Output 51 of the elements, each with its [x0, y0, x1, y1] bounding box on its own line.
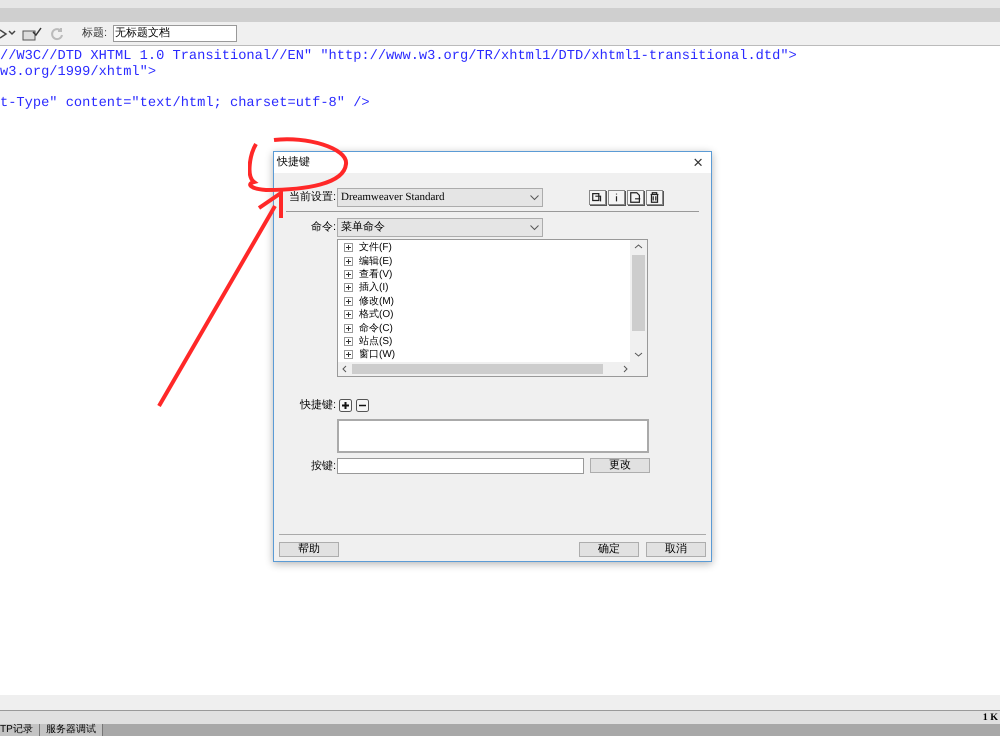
vertical-scrollbar[interactable]: [630, 240, 647, 364]
title-label: 标题:: [82, 26, 108, 42]
code-line: w3.org/1999/xhtml">: [0, 64, 156, 80]
info-icon[interactable]: [608, 190, 625, 205]
panel-tab[interactable]: TP记录: [0, 724, 40, 736]
tree-item[interactable]: 修改(M): [344, 294, 394, 308]
chevron-down-icon: [530, 194, 539, 200]
validate-icon[interactable]: [0, 28, 16, 40]
title-field[interactable]: 无标题文档: [113, 25, 238, 42]
close-button[interactable]: ×: [693, 154, 703, 171]
tree-item[interactable]: 编辑(E): [344, 254, 392, 268]
trash-icon[interactable]: [646, 190, 663, 205]
tree-item[interactable]: 命令(C): [344, 321, 393, 335]
cancel-button[interactable]: 取消: [646, 542, 706, 557]
expand-icon[interactable]: [344, 256, 353, 266]
file-size: 1 K: [982, 711, 998, 725]
ok-button[interactable]: 确定: [579, 542, 639, 557]
expand-icon[interactable]: [344, 350, 353, 360]
current-set-dropdown[interactable]: Dreamweaver Standard: [337, 188, 543, 207]
tree-item[interactable]: 格式(O): [344, 308, 394, 322]
horizontal-scrollbar[interactable]: [338, 362, 647, 376]
dialog-title: 快捷键: [277, 155, 310, 170]
expand-icon[interactable]: [344, 324, 353, 333]
command-label: 命令:: [310, 220, 336, 236]
expand-icon[interactable]: [344, 296, 353, 306]
chevron-down-icon: [530, 224, 539, 230]
key-label: 按键:: [310, 458, 336, 474]
shortcut-label: 快捷键:: [298, 398, 336, 413]
expand-icon[interactable]: [344, 336, 353, 346]
tree-item[interactable]: 站点(S): [344, 334, 392, 348]
plus-icon[interactable]: [339, 398, 352, 412]
expand-icon[interactable]: [344, 283, 353, 292]
help-button[interactable]: 帮助: [279, 542, 339, 557]
tree-item[interactable]: 窗口(W): [344, 348, 396, 362]
key-field[interactable]: [337, 458, 584, 474]
tree-item[interactable]: 文件(F): [344, 241, 392, 254]
check-page-icon[interactable]: [22, 26, 42, 40]
minus-icon[interactable]: [356, 398, 369, 412]
panel-tab[interactable]: 服务器调试: [40, 724, 103, 736]
tree-item[interactable]: 插入(I): [344, 281, 388, 295]
current-set-label: 当前设置:: [288, 190, 336, 206]
duplicate-set-icon[interactable]: [589, 190, 606, 205]
expand-icon[interactable]: [344, 310, 353, 320]
tree-item[interactable]: 查看(V): [344, 268, 392, 282]
code-line: t-Type" content="text/html; charset=utf-8" />: [0, 96, 370, 112]
export-icon[interactable]: [627, 190, 644, 205]
expand-icon[interactable]: [344, 270, 353, 279]
command-dropdown[interactable]: 菜单命令: [337, 218, 543, 237]
expand-icon[interactable]: [344, 243, 353, 252]
code-line: //W3C//DTD XHTML 1.0 Transitional//EN" "http://www.w3.org/TR/xhtml1/DTD/xhtml1-transitional.dtd">: [0, 49, 797, 65]
change-button[interactable]: 更改: [590, 458, 650, 474]
